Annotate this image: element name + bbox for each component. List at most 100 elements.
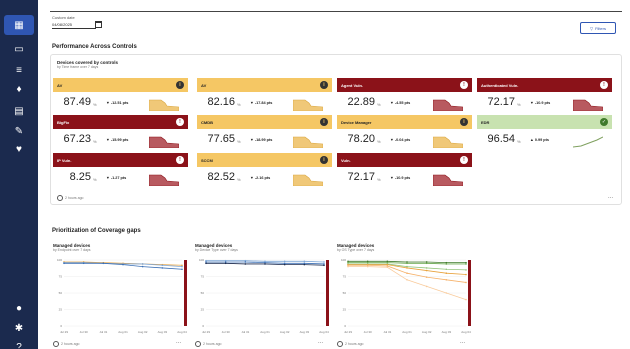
percent-unit: % bbox=[237, 102, 241, 107]
control-tile[interactable]: AV i 87.49% ▼ -12.51 pts bbox=[53, 78, 188, 115]
series-point bbox=[445, 268, 448, 271]
threshold-bar bbox=[184, 260, 187, 326]
percent-unit: % bbox=[93, 102, 97, 107]
chart-last-updated: 2 hours ago bbox=[195, 341, 222, 347]
alerts-icon[interactable]: ♦ bbox=[9, 82, 29, 96]
percent-unit: % bbox=[517, 102, 521, 107]
y-tick-label: 75 bbox=[201, 275, 205, 279]
help-icon[interactable]: ? bbox=[9, 340, 29, 349]
tile-header: AV i bbox=[53, 78, 188, 92]
tile-header: Device Manager i bbox=[337, 115, 472, 129]
managed-devices-chart[interactable]: Managed devices by OS Type over 7 days 0 25… bbox=[334, 240, 472, 349]
sparkline-path bbox=[433, 99, 463, 111]
series-point bbox=[181, 268, 183, 271]
warning-icon: ! bbox=[176, 118, 184, 126]
tile-header: IP Vuln.! bbox=[53, 153, 188, 167]
x-tick-label: Aug 01 bbox=[118, 330, 128, 334]
y-tick-label: 75 bbox=[343, 275, 347, 279]
sparkline-path bbox=[293, 174, 323, 186]
last-updated: 2 hours ago bbox=[57, 195, 84, 201]
threshold-bar bbox=[468, 260, 471, 326]
y-tick-label: 50 bbox=[59, 291, 63, 295]
chart-last-updated: 2 hours ago bbox=[53, 341, 80, 347]
sparkline bbox=[293, 99, 323, 111]
control-tile[interactable]: Device Manager i 78.20% ▼ -0.04 pts bbox=[337, 115, 472, 152]
tile-header: CMDB i bbox=[197, 115, 332, 129]
y-tick-label: 0 bbox=[202, 324, 204, 328]
series-point bbox=[425, 276, 428, 278]
series-point bbox=[323, 261, 325, 263]
more-options-icon[interactable]: ··· bbox=[608, 195, 613, 201]
filter-icon: ▽ bbox=[590, 25, 594, 31]
tile-name: Agent Vuln. bbox=[341, 82, 364, 88]
series-point bbox=[224, 262, 227, 265]
info-icon: i bbox=[320, 118, 328, 126]
more-options-icon[interactable]: ··· bbox=[318, 340, 323, 346]
series-point bbox=[181, 265, 183, 268]
coverage-value: 72.17 bbox=[347, 171, 375, 183]
x-tick-label: Jul 31 bbox=[383, 330, 391, 334]
user-icon[interactable]: ● bbox=[9, 301, 29, 315]
coverage-value: 78.20 bbox=[347, 133, 375, 145]
series-point bbox=[323, 264, 325, 267]
controls-card: Devices covered by controls by Time fram… bbox=[50, 54, 622, 205]
settings-icon[interactable]: ✱ bbox=[9, 321, 29, 335]
tile-header: Vuln.! bbox=[337, 153, 472, 167]
managed-devices-chart[interactable]: Managed devices by Device Type over 7 day… bbox=[192, 240, 330, 349]
series-point bbox=[303, 260, 306, 263]
filters-button[interactable]: ▽ Filters bbox=[580, 22, 616, 34]
gaps-section-title: Prioritization of Coverage gaps bbox=[52, 228, 141, 234]
control-tile[interactable]: CMDB i 77.65% ▼ -18.99 pts bbox=[197, 115, 332, 152]
x-tick-label: Jul 31 bbox=[99, 330, 107, 334]
servers-icon[interactable]: ≡ bbox=[9, 63, 29, 77]
tile-header: BigFix! bbox=[53, 115, 188, 129]
devices-icon[interactable]: ▭ bbox=[9, 42, 29, 56]
series-point bbox=[406, 272, 408, 274]
date-picker-input[interactable]: 04/08/2025 bbox=[52, 22, 96, 29]
series-point bbox=[425, 269, 428, 272]
control-tile[interactable]: AV i 82.16% ▼ -17.84 pts bbox=[197, 78, 332, 115]
more-options-icon[interactable]: ··· bbox=[460, 340, 465, 346]
clock-icon bbox=[57, 195, 63, 201]
shield-icon[interactable]: ♥ bbox=[9, 142, 29, 156]
line-chart: 0 25 50 75 100 Jul 29 Jul 30 Jul 31 Aug 01 Aug 02… bbox=[199, 258, 329, 334]
x-tick-label: Jul 31 bbox=[241, 330, 249, 334]
percent-unit: % bbox=[377, 102, 381, 107]
control-tile[interactable]: IP Vuln.! 8.25% ▼ -1.27 pts bbox=[53, 153, 188, 190]
clock-icon bbox=[53, 341, 59, 347]
x-tick-label: Aug 02 bbox=[422, 330, 432, 334]
dashboard-icon[interactable]: ▦ bbox=[4, 15, 34, 35]
control-tile[interactable]: EDR ✓ 96.54% ▲ 0.99 pts bbox=[477, 115, 612, 152]
more-options-icon[interactable]: ··· bbox=[176, 340, 181, 346]
coverage-delta: ▲ 0.99 pts bbox=[530, 138, 549, 142]
sparkline bbox=[149, 174, 179, 186]
reports-icon[interactable]: ▤ bbox=[9, 104, 29, 118]
control-tile[interactable]: SCCM i 82.52% ▼ -2.16 pts bbox=[197, 153, 332, 190]
series-point bbox=[244, 261, 247, 263]
control-tile[interactable]: BigFix! 67.23% ▼ -15.99 pts bbox=[53, 115, 188, 152]
series-point bbox=[161, 267, 164, 269]
control-tile[interactable]: Vuln.! 72.17% ▼ -10.9 pts bbox=[337, 153, 472, 190]
x-tick-label: Jul 30 bbox=[364, 330, 372, 334]
sparkline bbox=[149, 136, 179, 148]
managed-devices-chart[interactable]: Managed devices by Endpoint over 7 days 0 2… bbox=[50, 240, 188, 349]
sparkline-path bbox=[293, 136, 323, 148]
coverage-delta: ▼ -17.84 pts bbox=[250, 101, 273, 105]
series-point bbox=[283, 260, 286, 263]
series-point bbox=[465, 281, 467, 284]
sparkline-path bbox=[573, 136, 603, 148]
warning-icon: ! bbox=[600, 81, 608, 89]
coverage-delta: ▼ -10.9 pts bbox=[390, 176, 411, 180]
control-tile[interactable]: Agent Vuln.! 22.89% ▼ -4.55 pts bbox=[337, 78, 472, 115]
tile-body: 82.16% ▼ -17.84 pts bbox=[197, 92, 332, 115]
series-point bbox=[425, 262, 428, 265]
main-content: Custom date 04/08/2025 ▽ Filters Perform… bbox=[38, 0, 630, 349]
coverage-value: 82.16 bbox=[207, 96, 235, 108]
percent-unit: % bbox=[237, 139, 241, 144]
clock-icon bbox=[337, 341, 343, 347]
sparkline bbox=[293, 174, 323, 186]
calendar-icon[interactable] bbox=[95, 21, 102, 28]
control-tile[interactable]: Authenticated Vuln.! 72.17% ▼ -10.9 pts bbox=[477, 78, 612, 115]
tools-icon[interactable]: ✎ bbox=[9, 124, 29, 138]
series-point bbox=[406, 267, 408, 269]
